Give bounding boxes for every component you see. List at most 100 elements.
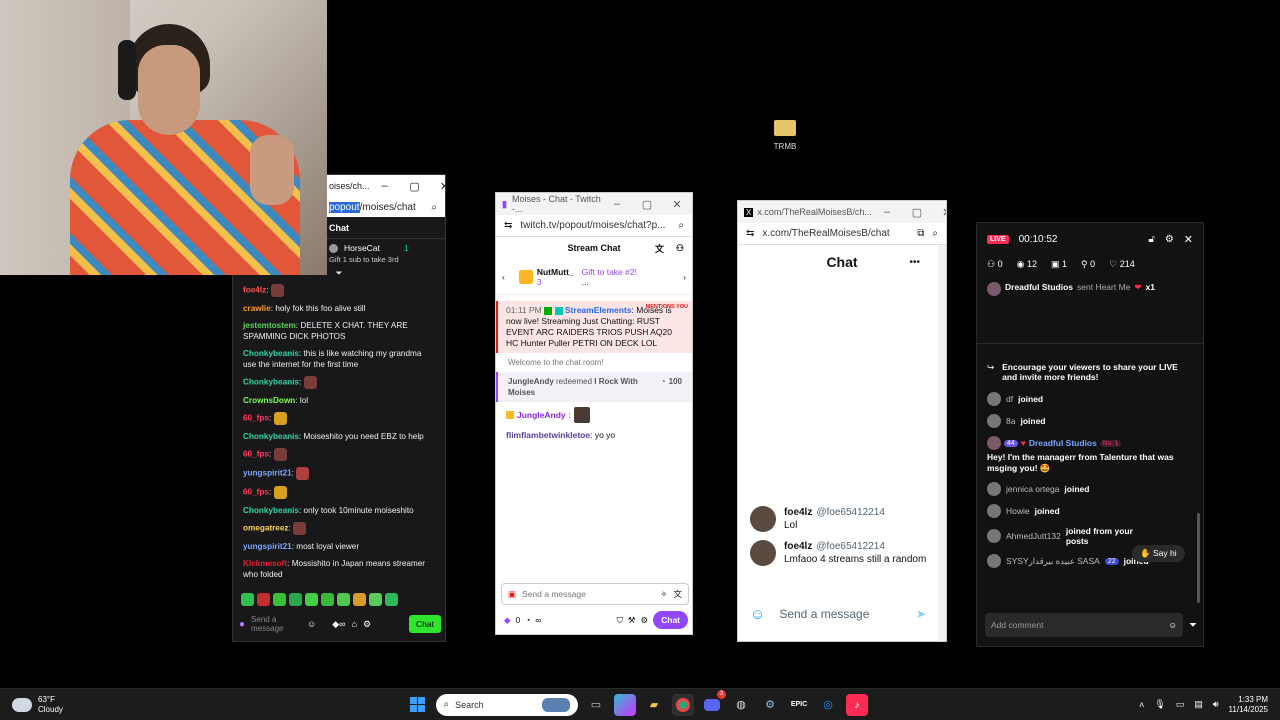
event-user[interactable]: df: [1006, 394, 1013, 404]
address-bar[interactable]: ⇆ twitch.tv/popout/moises/chat?p... ⌕: [496, 215, 692, 237]
chat-send-button[interactable]: Chat: [409, 615, 441, 633]
emote-icon[interactable]: [241, 593, 254, 606]
emoji-icon[interactable]: ☺: [1168, 620, 1177, 630]
translate-icon[interactable]: 文: [673, 588, 682, 600]
emote-icon[interactable]: [385, 593, 398, 606]
gift-user[interactable]: Dreadful Studios: [1005, 282, 1073, 292]
chat-username[interactable]: yungspirit21: [243, 469, 292, 478]
say-hi-button[interactable]: ✋ Say hi: [1132, 545, 1185, 562]
maximize-icon[interactable]: ▢: [632, 198, 662, 211]
chat-username[interactable]: Klckmesoft: [243, 559, 287, 568]
emote-icon[interactable]: [369, 593, 382, 606]
chat-username[interactable]: Chonkybeanis: [243, 432, 299, 441]
channel-points-icon[interactable]: ◔: [525, 615, 530, 625]
chat-username[interactable]: jestemtostem: [243, 321, 296, 330]
clock[interactable]: 1:33 PM 11/14/2025: [1229, 695, 1268, 715]
chrome-icon[interactable]: [672, 693, 694, 716]
discord-icon[interactable]: 3: [701, 689, 726, 716]
message-input[interactable]: Send a message: [779, 607, 869, 621]
zoom-icon[interactable]: ⌕: [932, 228, 938, 239]
volume-icon[interactable]: 🔊︎: [1213, 699, 1219, 710]
display-icon[interactable]: ▭: [1176, 699, 1185, 710]
chat-username[interactable]: 60_fps: [243, 488, 269, 497]
maximize-icon[interactable]: ▢: [902, 206, 932, 219]
shield-icon[interactable]: ⛉: [616, 615, 622, 626]
emote-icon[interactable]: [257, 593, 270, 606]
bits-icon[interactable]: ◆: [504, 615, 511, 626]
x-display-name[interactable]: foe4lz: [784, 541, 812, 552]
emote-icon[interactable]: [337, 593, 350, 606]
chat-input[interactable]: Send a message: [251, 615, 301, 633]
desktop-folder-trmb[interactable]: TRMB: [770, 120, 800, 151]
event-user[interactable]: jennica ortega: [1006, 484, 1059, 494]
settings-gear-icon[interactable]: ⚙: [640, 615, 648, 626]
chat-username[interactable]: Chonkybeanis: [243, 506, 299, 515]
emote-icon[interactable]: [289, 593, 302, 606]
gift-banner[interactable]: ‹ NutMutt_ 3 Gift to take #2! ... ›: [496, 259, 692, 295]
more-options-icon[interactable]: •••: [909, 257, 920, 268]
bot-username[interactable]: StreamElements: [565, 305, 632, 315]
weather-widget[interactable]: 63°F Cloudy: [0, 695, 380, 715]
chat-user[interactable]: Dreadful Studios: [1029, 438, 1097, 448]
emote-icon[interactable]: [305, 593, 318, 606]
chat-username[interactable]: flimflambetwinkletoe: [506, 430, 590, 440]
address-bar[interactable]: ⇆ x.com/TheRealMoisesB/chat ⧉ ⌕: [738, 223, 946, 245]
chat-send-button[interactable]: Chat: [653, 611, 688, 629]
minimize-icon[interactable]: –: [370, 180, 400, 193]
chat-input[interactable]: ▣ Send a message ✧ 文: [501, 583, 689, 605]
chat-username[interactable]: Chonkybeanis: [243, 378, 299, 387]
microphone-icon[interactable]: ●: [239, 619, 245, 630]
scrollbar[interactable]: [938, 245, 946, 641]
zoom-icon[interactable]: ⌕: [678, 220, 684, 231]
search-icon[interactable]: ⌕: [431, 202, 437, 213]
close-icon[interactable]: ✕: [430, 180, 445, 193]
site-settings-icon[interactable]: ⇆: [746, 228, 754, 239]
chevron-left-icon[interactable]: ‹: [502, 272, 505, 282]
minimize-icon[interactable]: –: [872, 206, 902, 219]
obs-icon[interactable]: ◍: [730, 694, 752, 716]
store-icon[interactable]: ⌂: [352, 619, 357, 629]
task-view-icon[interactable]: ▭: [585, 694, 607, 716]
comment-input[interactable]: Add comment ☺: [985, 613, 1183, 637]
microphone-icon[interactable]: 🎙︎: [1154, 699, 1165, 710]
chat-username[interactable]: 60_fps: [243, 414, 269, 423]
emote-icon[interactable]: [353, 593, 366, 606]
chat-username[interactable]: yungspirit21: [243, 542, 292, 551]
minimize-icon[interactable]: –: [602, 198, 632, 211]
filter-icon[interactable]: ⏷: [1189, 620, 1197, 631]
close-icon[interactable]: ✕: [1184, 233, 1193, 246]
lock-icon[interactable]: 🔓︎: [1148, 234, 1154, 245]
chat-username[interactable]: foe4lz: [243, 286, 266, 295]
event-user[interactable]: 8a: [1006, 416, 1015, 426]
chat-username[interactable]: omegatreez: [243, 524, 289, 533]
cast-icon[interactable]: ⧉: [917, 228, 924, 239]
close-icon[interactable]: ✕: [932, 206, 946, 219]
chevron-right-icon[interactable]: ›: [683, 272, 686, 282]
event-user[interactable]: SYSYعبيدة بيرقدار SASA: [1006, 556, 1100, 567]
tiktok-icon[interactable]: ♪: [846, 693, 868, 716]
windows-start-icon[interactable]: [406, 694, 428, 716]
tools-icon[interactable]: ⚒: [628, 615, 636, 626]
chat-username[interactable]: crawlie: [243, 304, 271, 313]
translate-icon[interactable]: 文: [655, 242, 664, 255]
chevron-up-icon[interactable]: ˄: [1139, 700, 1144, 710]
bits-icon[interactable]: ◆∞: [332, 619, 345, 630]
file-explorer-icon[interactable]: ▰: [643, 694, 665, 716]
maximize-icon[interactable]: ▢: [400, 180, 430, 193]
x-display-name[interactable]: foe4lz: [784, 507, 812, 518]
chat-username[interactable]: Chonkybeanis: [243, 349, 299, 358]
copilot-icon[interactable]: [614, 693, 636, 716]
steam-icon[interactable]: ⚙: [759, 694, 781, 716]
network-icon[interactable]: ▤: [1194, 699, 1203, 710]
scrollbar[interactable]: [1197, 513, 1200, 603]
emote-wand-icon[interactable]: ✧: [660, 589, 667, 600]
battlenet-icon[interactable]: ◎: [817, 694, 839, 716]
emote-icon[interactable]: [273, 593, 286, 606]
avatar[interactable]: [750, 506, 776, 532]
chat-username[interactable]: JungleAndy: [517, 410, 566, 420]
redeem-user[interactable]: JungleAndy: [508, 377, 554, 386]
send-icon[interactable]: ➤: [916, 607, 926, 621]
emote-icon[interactable]: [321, 593, 334, 606]
epic-games-icon[interactable]: EPIC: [788, 694, 810, 716]
close-icon[interactable]: ✕: [662, 198, 692, 211]
